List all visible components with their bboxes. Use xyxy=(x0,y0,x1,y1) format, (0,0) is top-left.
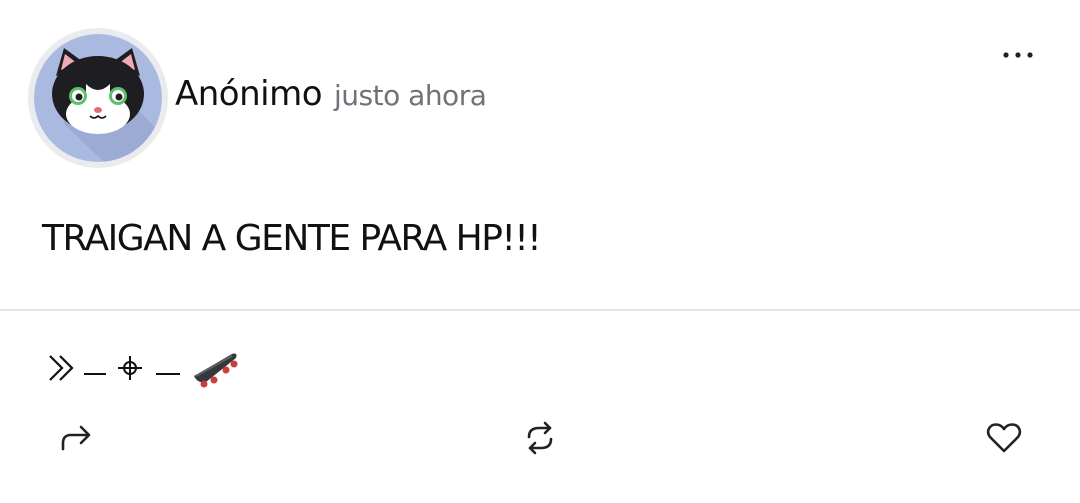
crosshair-icon xyxy=(118,356,142,380)
more-horizontal-icon xyxy=(1003,52,1033,58)
timestamp: justo ahora xyxy=(334,79,487,112)
author-name[interactable]: Anónimo xyxy=(175,74,323,114)
more-options-button[interactable] xyxy=(996,40,1040,70)
cat-avatar-icon xyxy=(34,34,162,162)
heart-icon xyxy=(986,423,1022,453)
divider xyxy=(0,309,1080,311)
post-text: TRAIGAN A GENTE PARA HP!!! xyxy=(42,218,542,259)
signature xyxy=(46,348,246,388)
double-chevron-right-icon xyxy=(49,355,74,381)
share-button[interactable] xyxy=(54,416,98,460)
signature-graphic xyxy=(49,353,238,388)
author-row: Anónimo justo ahora xyxy=(175,74,487,114)
like-button[interactable] xyxy=(982,416,1026,460)
avatar[interactable] xyxy=(28,28,168,168)
repost-icon xyxy=(527,421,553,455)
share-arrow-icon xyxy=(61,425,91,451)
skateboard-icon xyxy=(194,353,238,388)
repost-button[interactable] xyxy=(518,416,562,460)
